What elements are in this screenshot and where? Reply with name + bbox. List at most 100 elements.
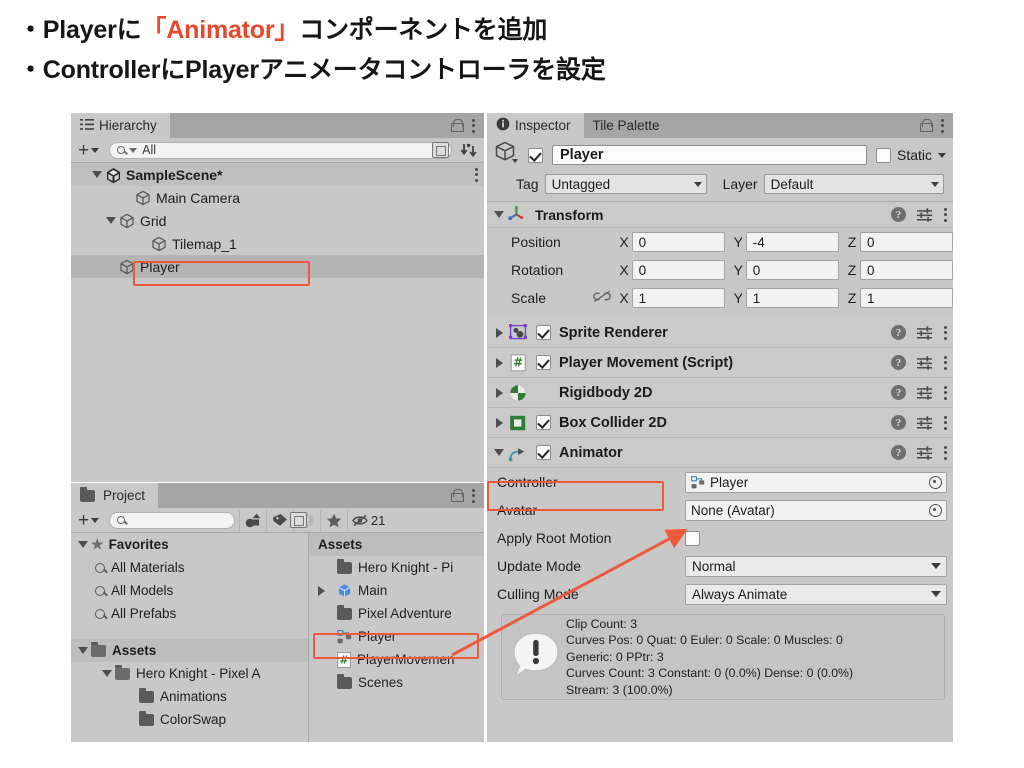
preset-icon[interactable] — [917, 385, 932, 400]
chevron-right-icon[interactable] — [313, 585, 329, 596]
favorites-item-allprefabs[interactable]: All Prefabs — [71, 602, 308, 625]
chevron-down-icon[interactable] — [491, 211, 507, 218]
tab-project[interactable]: Project — [71, 483, 159, 508]
help-icon[interactable]: ? — [891, 445, 906, 460]
chevron-right-icon[interactable] — [491, 417, 507, 428]
culling-mode-dropdown[interactable]: Always Animate — [685, 583, 947, 605]
project-favorites-header[interactable]: ★ Favorites — [71, 533, 308, 556]
update-mode-dropdown[interactable]: Normal — [685, 555, 947, 577]
component-enabled-checkbox[interactable] — [536, 415, 551, 430]
assets-item-main[interactable]: Main — [309, 579, 484, 602]
assets-item-heroknightpi[interactable]: Hero Knight - Pi — [309, 556, 484, 579]
static-checkbox[interactable] — [875, 147, 891, 163]
transform-scale-x-input[interactable]: 1 — [631, 288, 725, 308]
component-menu-icon[interactable] — [943, 325, 947, 340]
favorites-item-allmodels[interactable]: All Models — [71, 579, 308, 602]
component-enabled-checkbox[interactable] — [536, 325, 551, 340]
lock-icon[interactable] — [920, 119, 933, 132]
transform-position-x-input[interactable]: 0 — [631, 232, 725, 252]
transform-rotation-x-input[interactable]: 0 — [631, 260, 725, 280]
transform-scale-y-input[interactable]: 1 — [745, 288, 839, 308]
component-header-spriterenderer[interactable]: Sprite Renderer? — [487, 318, 953, 348]
assets-item-scenes[interactable]: Scenes — [309, 671, 484, 694]
assets-tree-item-colorswap[interactable]: ColorSwap — [71, 708, 308, 731]
hierarchy-item-grid[interactable]: Grid — [71, 209, 484, 232]
chevron-down-icon[interactable] — [491, 449, 507, 456]
controller-object-picker-icon[interactable] — [929, 475, 942, 489]
hierarchy-menu-icon[interactable] — [471, 118, 475, 133]
hierarchy-create-button[interactable]: + — [73, 141, 105, 160]
hierarchy-item-tilemap1[interactable]: Tilemap_1 — [71, 232, 484, 255]
gameobject-name-input[interactable]: Player — [552, 145, 867, 165]
inspector-menu-icon[interactable] — [940, 118, 944, 133]
search-filter-chevron-icon[interactable] — [129, 147, 138, 153]
transform-component-header[interactable]: Transform ? — [487, 201, 953, 228]
preset-icon[interactable] — [917, 445, 932, 460]
hierarchy-item-samplescene[interactable]: SampleScene* — [71, 163, 484, 186]
chevron-down-icon[interactable] — [103, 217, 119, 224]
layer-dropdown[interactable]: Default — [763, 174, 944, 194]
transform-scale-z-input[interactable]: 1 — [860, 288, 953, 308]
gameobject-enabled-checkbox[interactable] — [528, 147, 543, 163]
preset-icon[interactable] — [917, 207, 932, 222]
avatar-object-picker-icon[interactable] — [929, 503, 942, 517]
chevron-down-icon[interactable] — [89, 171, 105, 178]
help-icon[interactable]: ? — [891, 385, 906, 400]
component-header-boxcollider2d[interactable]: Box Collider 2D? — [487, 408, 953, 438]
tab-tile-palette[interactable]: Tile Palette — [584, 113, 673, 138]
component-header-animator[interactable]: Animator? — [487, 438, 953, 468]
lock-icon[interactable] — [451, 489, 464, 502]
project-menu-icon[interactable] — [471, 488, 475, 503]
lock-icon[interactable] — [451, 119, 464, 132]
static-dropdown-chevron-icon[interactable] — [938, 152, 946, 158]
chevron-down-icon[interactable] — [75, 541, 91, 548]
transform-position-z-input[interactable]: 0 — [860, 232, 953, 252]
transform-position-y-input[interactable]: -4 — [745, 232, 839, 252]
filter-favorites-button[interactable] — [320, 509, 347, 531]
tag-dropdown[interactable]: Untagged — [544, 174, 707, 194]
component-menu-icon[interactable] — [943, 385, 947, 400]
chevron-down-icon[interactable] — [75, 647, 91, 654]
transform-rotation-z-input[interactable]: 0 — [860, 260, 953, 280]
preset-icon[interactable] — [917, 325, 932, 340]
transform-rotation-y-input[interactable]: 0 — [745, 260, 839, 280]
chevron-right-icon[interactable] — [491, 387, 507, 398]
assets-item-pixeladventure[interactable]: Pixel Adventure — [309, 602, 484, 625]
controller-object-field[interactable]: Player — [685, 471, 947, 493]
hierarchy-item-player[interactable]: Player — [71, 255, 484, 278]
hierarchy-search-box[interactable] — [109, 141, 452, 159]
component-enabled-checkbox[interactable] — [536, 445, 551, 460]
hierarchy-sort-button[interactable] — [456, 139, 482, 161]
favorites-item-allmaterials[interactable]: All Materials — [71, 556, 308, 579]
scene-menu-icon[interactable] — [474, 167, 478, 182]
assets-item-player[interactable]: Player — [309, 625, 484, 648]
help-icon[interactable]: ? — [891, 207, 906, 222]
project-search-input[interactable] — [129, 513, 291, 527]
scale-link-off-icon[interactable] — [593, 290, 619, 306]
hierarchy-search-input[interactable] — [142, 143, 432, 157]
project-create-button[interactable]: + — [73, 511, 105, 530]
chevron-right-icon[interactable] — [491, 327, 507, 338]
assets-item-playermovemen[interactable]: # PlayerMovemen — [309, 648, 484, 671]
component-enabled-checkbox[interactable] — [536, 355, 551, 370]
component-menu-icon[interactable] — [943, 415, 947, 430]
tab-inspector[interactable]: Inspector — [487, 113, 584, 138]
assets-tree-item-animations[interactable]: Animations — [71, 685, 308, 708]
component-menu-icon[interactable] — [943, 445, 947, 460]
preset-icon[interactable] — [917, 415, 932, 430]
component-header-rigidbody2d[interactable]: Rigidbody 2D? — [487, 378, 953, 408]
transform-menu-icon[interactable] — [943, 207, 947, 222]
chevron-right-icon[interactable] — [491, 357, 507, 368]
help-icon[interactable]: ? — [891, 325, 906, 340]
gameobject-cube-icon[interactable] — [494, 140, 528, 171]
project-assets-tree-header[interactable]: Assets — [71, 639, 308, 662]
component-menu-icon[interactable] — [943, 355, 947, 370]
hierarchy-search-expand-button[interactable] — [432, 142, 449, 158]
hierarchy-item-maincamera[interactable]: Main Camera — [71, 186, 484, 209]
preset-icon[interactable] — [917, 355, 932, 370]
project-search-box[interactable] — [109, 511, 308, 529]
hidden-packages-toggle[interactable]: 21 — [347, 509, 389, 531]
apply-root-motion-checkbox[interactable] — [685, 530, 700, 546]
help-icon[interactable]: ? — [891, 355, 906, 370]
avatar-object-field[interactable]: None (Avatar) — [685, 499, 947, 521]
